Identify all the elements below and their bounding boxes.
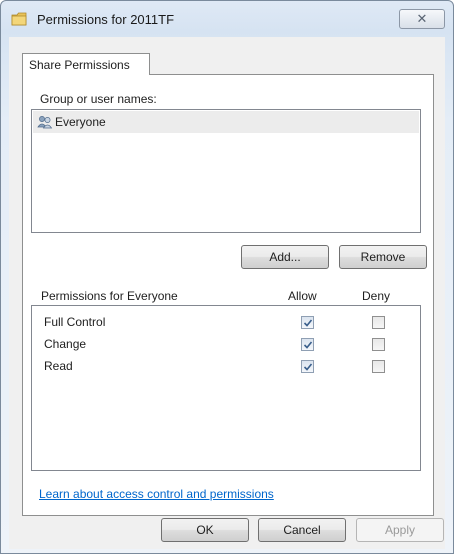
allow-read-checkbox[interactable] xyxy=(301,360,314,373)
help-link[interactable]: Learn about access control and permissio… xyxy=(39,487,274,501)
tab-label: Share Permissions xyxy=(29,58,130,72)
folder-icon xyxy=(11,12,27,26)
permission-name: Full Control xyxy=(44,315,106,329)
close-icon: ✕ xyxy=(416,11,428,26)
group-names-label: Group or user names: xyxy=(40,92,157,106)
permission-name: Read xyxy=(44,359,73,373)
users-icon xyxy=(37,114,53,130)
ok-button[interactable]: OK xyxy=(161,518,249,542)
allow-change-checkbox[interactable] xyxy=(301,338,314,351)
permissions-dialog: Permissions for 2011TF ✕ Share Permissio… xyxy=(0,0,454,554)
group-user-listbox[interactable]: Everyone xyxy=(31,109,421,233)
permissions-list: Full Control Change Read xyxy=(31,305,421,471)
window-title: Permissions for 2011TF xyxy=(37,12,175,27)
allow-column-header: Allow xyxy=(288,289,317,303)
deny-full-control-checkbox[interactable] xyxy=(372,316,385,329)
permission-name: Change xyxy=(44,337,87,351)
cancel-button[interactable]: Cancel xyxy=(258,518,346,542)
add-button[interactable]: Add... xyxy=(241,245,329,269)
deny-column-header: Deny xyxy=(362,289,391,303)
deny-change-checkbox[interactable] xyxy=(372,338,385,351)
allow-full-control-checkbox[interactable] xyxy=(301,316,314,329)
list-item-label: Everyone xyxy=(55,115,106,129)
list-item[interactable]: Everyone xyxy=(33,111,419,133)
deny-read-checkbox[interactable] xyxy=(372,360,385,373)
remove-button[interactable]: Remove xyxy=(339,245,427,269)
apply-button[interactable]: Apply xyxy=(356,518,444,542)
permissions-header: Permissions for Everyone xyxy=(41,289,178,303)
title-bar[interactable]: Permissions for 2011TF ✕ xyxy=(1,1,453,37)
close-button[interactable]: ✕ xyxy=(399,9,445,29)
tab-share-permissions[interactable]: Share Permissions xyxy=(22,53,150,75)
